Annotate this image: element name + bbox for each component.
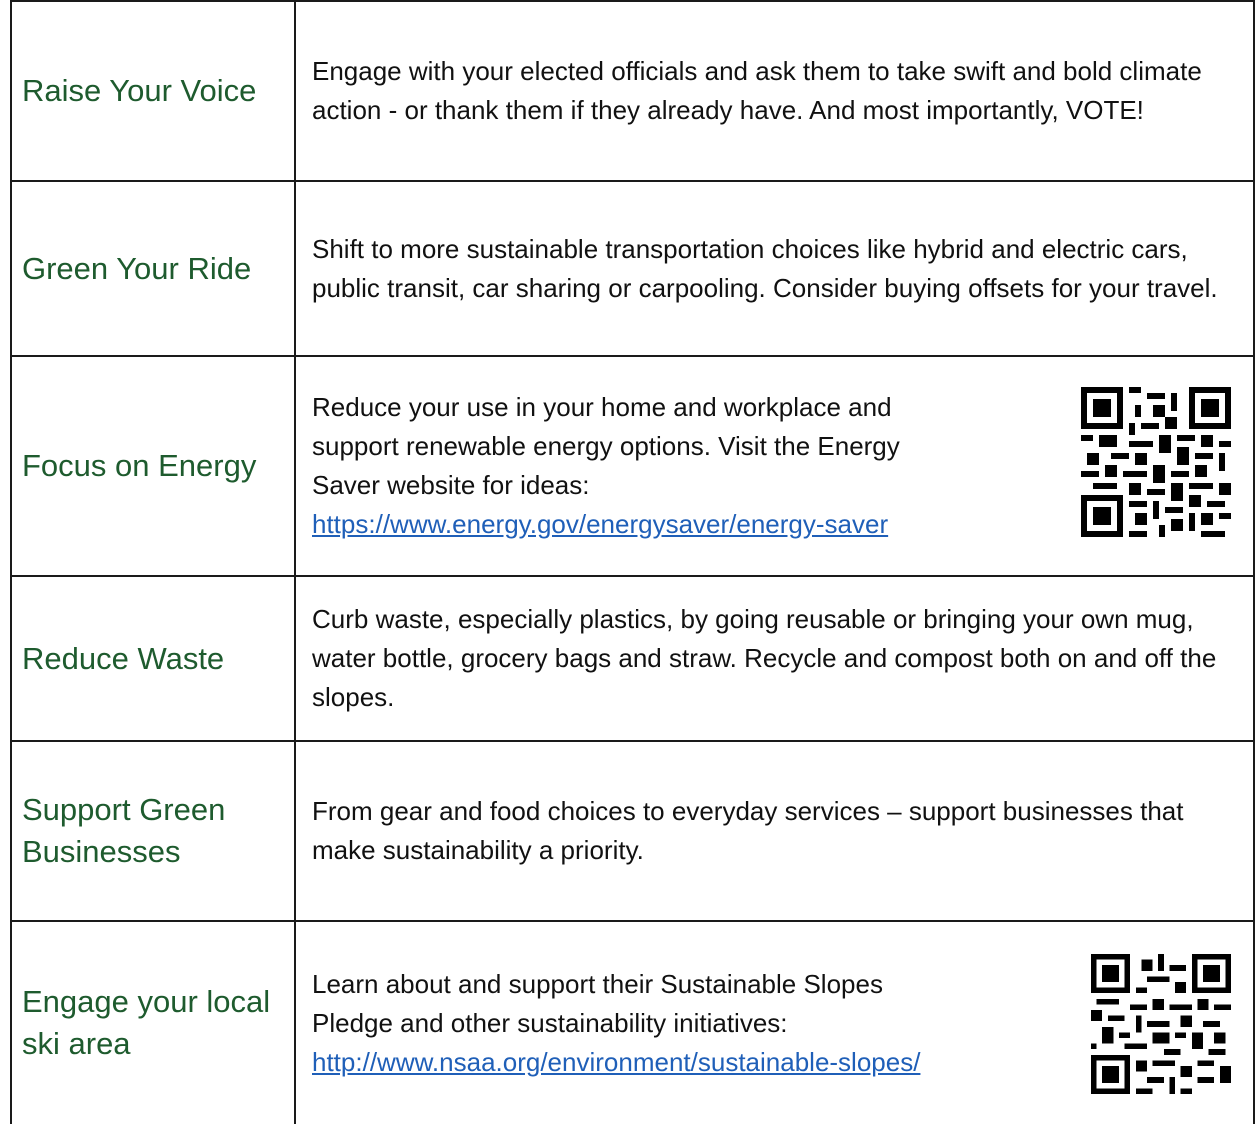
row-label: Reduce Waste — [22, 640, 225, 676]
description-body: Learn about and support their Sustainabl… — [312, 968, 883, 1038]
column-divider — [294, 577, 296, 740]
table-row: Engage your local ski area Learn about a… — [12, 920, 1255, 1124]
column-divider — [294, 2, 296, 180]
description-text: Reduce your use in your home and workpla… — [312, 388, 967, 544]
action-table: Raise Your Voice Engage with your electe… — [10, 0, 1255, 1124]
row-label: Raise Your Voice — [22, 73, 257, 108]
energy-saver-link[interactable]: https://www.energy.gov/energysaver/energ… — [312, 509, 888, 539]
qr-code-icon — [1081, 387, 1231, 537]
row-description: Learn about and support their Sustainabl… — [312, 922, 967, 1124]
column-divider — [294, 357, 296, 575]
description-text: Engage with your elected officials and a… — [312, 56, 1202, 125]
description-text: Learn about and support their Sustainabl… — [312, 965, 967, 1082]
description-text: Shift to more sustainable transportation… — [312, 233, 1218, 303]
row-label: Green Your Ride — [22, 250, 252, 286]
row-description: Curb waste, especially plastics, by goin… — [312, 577, 1241, 740]
row-label: Focus on Energy — [22, 448, 257, 483]
description-text: Curb waste, especially plastics, by goin… — [312, 604, 1217, 712]
row-description: From gear and food choices to everyday s… — [312, 742, 1241, 920]
column-divider — [294, 182, 296, 355]
row-label: Support Green Businesses — [22, 792, 226, 869]
row-description: Engage with your elected officials and a… — [312, 2, 1241, 180]
description-text: From gear and food choices to everyday s… — [312, 796, 1184, 865]
qr-code-icon — [1091, 954, 1231, 1094]
row-description: Shift to more sustainable transportation… — [312, 182, 1241, 355]
table-row: Support Green Businesses From gear and f… — [12, 740, 1255, 920]
column-divider — [294, 922, 296, 1124]
sustainable-slopes-link[interactable]: http://www.nsaa.org/environment/sustaina… — [312, 1047, 920, 1077]
column-divider — [294, 742, 296, 920]
table-row: Focus on Energy Reduce your use in your … — [12, 355, 1255, 575]
table-row: Raise Your Voice Engage with your electe… — [12, 0, 1255, 180]
description-body: Reduce your use in your home and workpla… — [312, 392, 900, 500]
table-row: Green Your Ride Shift to more sustainabl… — [12, 180, 1255, 355]
row-description: Reduce your use in your home and workpla… — [312, 357, 967, 575]
table-row: Reduce Waste Curb waste, especially plas… — [12, 575, 1255, 740]
row-label: Engage your local ski area — [22, 984, 271, 1061]
